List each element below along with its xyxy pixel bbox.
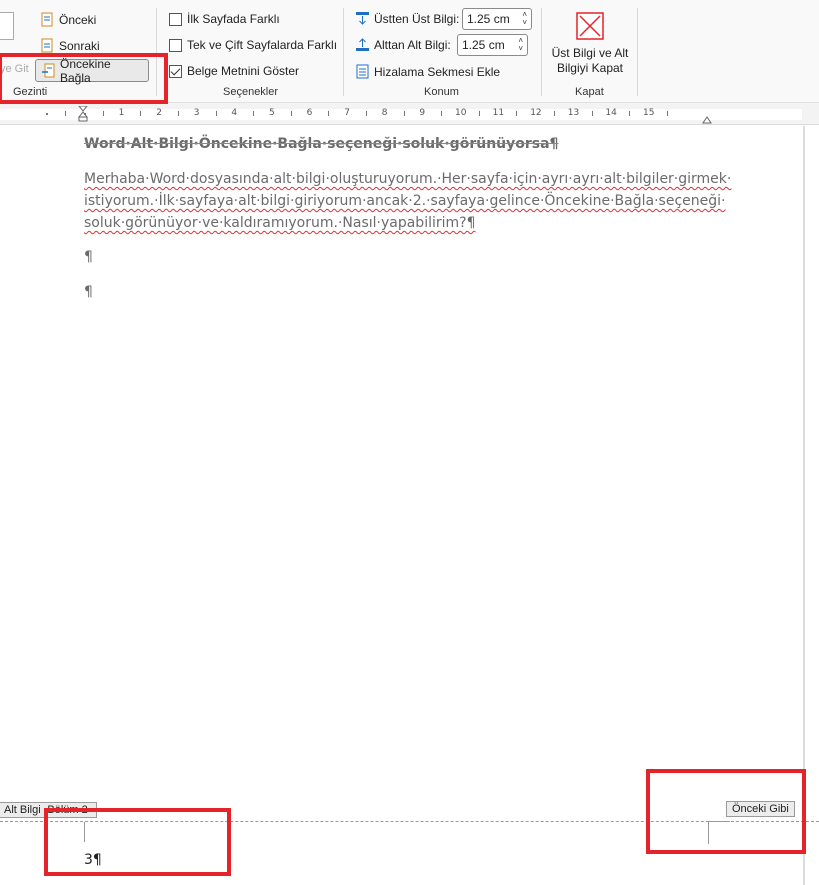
header-from-top-label: Üstten Üst Bilgi:: [374, 11, 460, 26]
ruler-tick: [215, 111, 217, 116]
insert-alignment-tab-button[interactable]: Hizalama Sekmesi Ekle: [355, 64, 500, 79]
document-heading[interactable]: Word·Alt·Bilgi·Öncekine·Bağla·seçeneği·s…: [84, 133, 558, 155]
close-header-footer-button[interactable]: Üst Bilgi ve Alt Bilgiyi Kapat: [548, 8, 632, 80]
paragraph-line: soluk·görünüyor·ve·kaldıramıyorum.·Nasıl…: [84, 215, 476, 231]
ruler-tick: [478, 111, 480, 116]
highlight-box-footer-left: [44, 808, 231, 876]
position-group-label: Konum: [424, 86, 459, 98]
header-from-top-value: 1.25 cm: [467, 12, 510, 26]
footer-from-bottom-row: Alttan Alt Bilgi:: [355, 37, 451, 52]
previous-label: Önceki: [59, 12, 97, 27]
close-label-line1: Üst Bilgi ve Alt: [551, 46, 629, 60]
close-group-label: Kapat: [575, 86, 604, 98]
indent-marker-icon[interactable]: [77, 105, 89, 122]
ruler-number: 10: [455, 108, 467, 118]
header-position-icon: [355, 11, 370, 26]
show-document-text-option[interactable]: Belge Metnini Göster: [169, 64, 299, 78]
ruler-tick: [554, 111, 555, 116]
paragraph-line: Merhaba·Word·dosyasında·alt·bilgi·oluştu…: [84, 171, 732, 187]
close-icon: [576, 12, 604, 40]
header-from-top-row: Üstten Üst Bilgi:: [355, 11, 459, 26]
alignment-tab-icon: [355, 64, 370, 79]
ruler-tick: [46, 113, 49, 115]
highlight-box-footer-right: [646, 769, 806, 854]
ruler-number: 2: [156, 108, 162, 118]
ruler-tick: [328, 111, 330, 116]
footer-from-bottom-value: 1.25 cm: [462, 38, 505, 52]
ruler-number: 5: [269, 108, 275, 118]
next-section-icon: [40, 38, 55, 53]
first-page-label: İlk Sayfada Farklı: [187, 12, 280, 26]
horizontal-ruler[interactable]: 1 2 3 4 5 6 7 8 9 10 11 12 13 14 15: [0, 103, 819, 125]
ruler-tick: [666, 111, 668, 116]
spin-arrows-icon[interactable]: ˄ ˅: [522, 11, 527, 27]
insert-alignment-tab-label: Hizalama Sekmesi Ekle: [374, 64, 501, 79]
ruler-number: 11: [492, 108, 505, 118]
ruler-tick: [591, 111, 593, 116]
right-indent-marker-icon[interactable]: [702, 111, 712, 124]
empty-paragraph-mark[interactable]: ¶: [84, 246, 93, 268]
ruler-number: 15: [643, 108, 655, 118]
ruler-tick: [366, 111, 367, 116]
ruler-tick: [178, 111, 179, 116]
ruler-number: 7: [344, 108, 350, 118]
odd-even-label: Tek ve Çift Sayfalarda Farklı: [187, 38, 338, 52]
first-page-checkbox[interactable]: [169, 12, 182, 26]
paragraph-line: istiyorum.·İlk·sayfaya·alt·bilgi·giriyor…: [84, 193, 726, 209]
ruler-number: 1: [118, 108, 125, 118]
highlight-box-link-previous: [0, 53, 168, 104]
first-page-different-option[interactable]: İlk Sayfada Farklı: [169, 12, 280, 26]
ruler-number: 12: [530, 108, 542, 118]
show-doc-text-checkbox[interactable]: [169, 64, 182, 78]
ruler-tick: [441, 111, 443, 116]
ruler-number: 13: [567, 108, 580, 118]
ruler-number: 3: [193, 108, 200, 118]
close-label-line2: Bilgiyi Kapat: [556, 61, 624, 75]
footer-from-bottom-input[interactable]: 1.25 cm ˄ ˅: [457, 34, 528, 56]
ruler-tick: [84, 113, 86, 115]
footer-from-bottom-label: Alttan Alt Bilgi:: [374, 37, 451, 52]
ruler-tick: [629, 111, 631, 116]
ruler-number: 14: [605, 108, 617, 118]
document-paragraph[interactable]: Merhaba·Word·dosyasında·alt·bilgi·oluştu…: [84, 168, 731, 234]
ruler-tick: [65, 111, 67, 116]
ruler-number: 6: [306, 108, 313, 118]
ruler-tick: [102, 111, 104, 116]
ruler-number: 4: [231, 108, 238, 118]
group-divider: [541, 8, 542, 96]
ruler-number: 9: [419, 108, 426, 118]
group-divider: [343, 8, 344, 96]
ruler-number: 8: [381, 108, 388, 118]
odd-even-checkbox[interactable]: [169, 38, 182, 52]
odd-even-different-option[interactable]: Tek ve Çift Sayfalarda Farklı: [169, 38, 337, 52]
spin-arrows-icon[interactable]: ˄ ˅: [518, 37, 523, 53]
previous-section-icon: [40, 12, 55, 27]
previous-button[interactable]: Önceki: [40, 12, 96, 27]
ruler-tick: [516, 111, 518, 116]
show-doc-text-label: Belge Metnini Göster: [187, 64, 300, 78]
empty-paragraph-mark[interactable]: ¶: [84, 281, 93, 303]
ruler-tick: [403, 111, 405, 116]
next-label: Sonraki: [59, 38, 100, 53]
ruler-tick: [140, 111, 142, 116]
goto-icon[interactable]: [0, 12, 14, 40]
header-from-top-input[interactable]: 1.25 cm ˄ ˅: [462, 8, 532, 30]
footer-position-icon: [355, 37, 370, 52]
options-group-label: Seçenekler: [223, 86, 279, 98]
ruler-tick: [253, 111, 255, 116]
group-divider: [637, 8, 638, 96]
ruler-tick: [290, 111, 292, 116]
next-button[interactable]: Sonraki: [40, 38, 100, 53]
